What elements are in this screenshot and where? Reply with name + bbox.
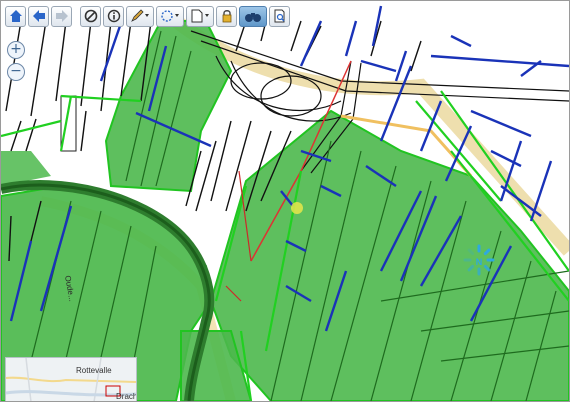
export-button[interactable] — [186, 5, 214, 27]
map-toolbar — [5, 4, 290, 28]
home-icon — [9, 10, 22, 22]
magnifier-document-icon — [274, 9, 284, 23]
pencil-icon — [131, 9, 149, 22]
svg-text:N: N — [476, 257, 483, 267]
info-button[interactable] — [103, 5, 124, 27]
back-button[interactable] — [28, 5, 49, 27]
zoom-in-button[interactable]: + — [7, 41, 25, 59]
dashed-circle-icon — [161, 10, 179, 22]
info-icon — [107, 9, 120, 23]
map-canvas[interactable]: Oude... — [1, 1, 569, 401]
overview-label-drach: Drach — [116, 392, 137, 401]
arrow-right-icon — [55, 10, 68, 22]
cursor-marker — [291, 202, 303, 214]
document-icon — [191, 9, 209, 23]
select-tool-button[interactable] — [156, 5, 184, 27]
binoculars-icon — [245, 13, 261, 22]
overview-label-rottevalle: Rottevalle — [76, 366, 112, 375]
arrow-left-icon — [32, 10, 45, 22]
loading-spinner-icon: N — [463, 244, 495, 276]
map-viewer: Oude... + − N Rottevalle Drach — [0, 0, 570, 402]
binoculars-button[interactable] — [239, 5, 267, 27]
overview-map[interactable]: Rottevalle Drach — [5, 357, 137, 401]
home-button[interactable] — [5, 5, 26, 27]
draw-tool-button[interactable] — [126, 5, 154, 27]
forward-button[interactable] — [51, 5, 72, 27]
lock-button[interactable] — [216, 5, 237, 27]
zoom-out-button[interactable]: − — [7, 63, 25, 81]
clear-button[interactable] — [80, 5, 101, 27]
no-entry-icon — [84, 9, 97, 23]
zoom-controls: + − — [7, 41, 25, 81]
search-document-button[interactable] — [269, 5, 290, 27]
lock-icon — [222, 10, 231, 23]
